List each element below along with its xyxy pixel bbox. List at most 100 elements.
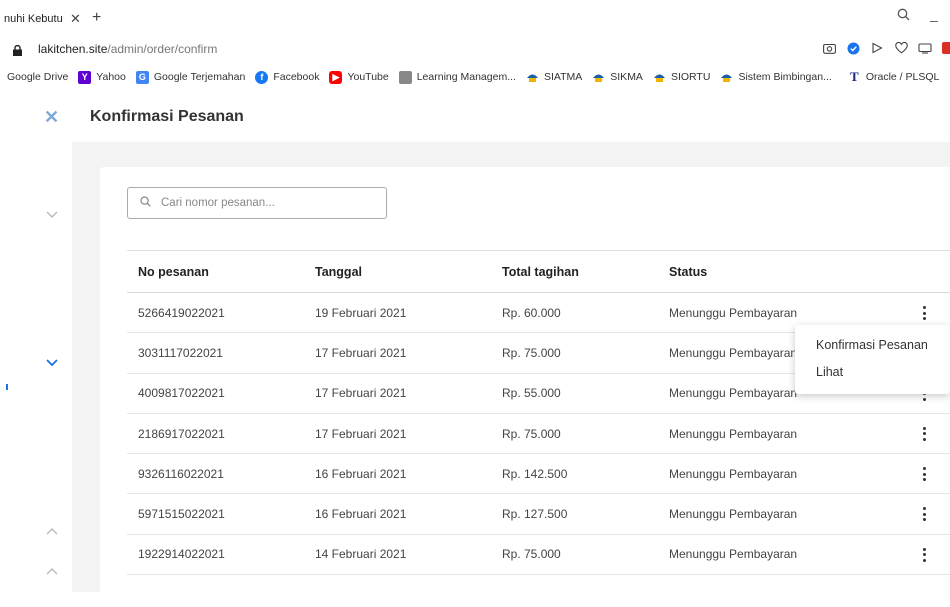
tab-search-icon[interactable]	[897, 8, 910, 26]
order-date: 17 Februari 2021	[315, 426, 407, 441]
siatma-icon	[526, 71, 539, 84]
tab-close-icon[interactable]: ✕	[70, 11, 81, 27]
heart-icon[interactable]	[894, 41, 908, 56]
yahoo-icon: Y	[78, 70, 92, 84]
extension-icon[interactable]	[942, 42, 950, 56]
browser-tab[interactable]: nuhi Kebutu ✕	[0, 6, 84, 32]
shield-icon[interactable]	[846, 42, 860, 56]
lock-icon	[13, 43, 22, 56]
bookmark-label: Facebook	[273, 71, 320, 83]
order-number: 2186917022021	[138, 426, 225, 441]
table-header: No pesanan Tanggal Total tagihan Status	[127, 250, 950, 293]
new-tab-button[interactable]: +	[92, 10, 101, 26]
order-status: Menunggu Pembayaran	[669, 426, 798, 441]
order-status: Menunggu Pembayaran	[669, 345, 798, 360]
order-status: Menunggu Pembayaran	[669, 386, 798, 401]
order-search-box[interactable]	[127, 187, 387, 219]
url-text[interactable]: lakitchen.site/admin/order/confirm	[38, 42, 217, 56]
order-status: Menunggu Pembayaran	[669, 507, 798, 522]
order-date: 16 Februari 2021	[315, 507, 407, 522]
siortu-icon	[653, 71, 666, 84]
bookmark-oracle[interactable]: T Oracle / PLSQL	[848, 69, 940, 84]
more-vert-icon[interactable]	[917, 507, 931, 522]
order-date: 14 Februari 2021	[315, 547, 407, 562]
table-row[interactable]: 2186917022021 17 Februari 2021 Rp. 75.00…	[127, 414, 950, 455]
bookmarks-bar: Google Drive Y Yahoo G Google Terjemahan…	[0, 62, 950, 92]
bookmark-label: YouTube	[347, 71, 389, 83]
more-vert-icon[interactable]	[917, 467, 931, 482]
order-number: 1922914022021	[138, 547, 225, 562]
bookmark-siatma[interactable]: SIATMA	[526, 71, 582, 84]
bookmark-google-translate[interactable]: G Google Terjemahan	[135, 70, 246, 84]
order-number: 3031117022021	[138, 345, 223, 360]
header-no-pesanan[interactable]: No pesanan	[138, 265, 209, 279]
minimize-icon[interactable]: _	[930, 6, 938, 22]
header-tanggal[interactable]: Tanggal	[315, 265, 362, 279]
order-date: 17 Februari 2021	[315, 386, 407, 401]
more-vert-icon[interactable]	[917, 306, 931, 320]
order-date: 17 Februari 2021	[315, 345, 407, 360]
order-total: Rp. 142.500	[502, 466, 568, 481]
address-bar[interactable]: lakitchen.site/admin/order/confirm	[0, 36, 950, 62]
bookmark-sikma[interactable]: SIKMA	[592, 71, 643, 84]
table-row[interactable]: 1922914022021 14 Februari 2021 Rp. 75.00…	[127, 535, 950, 576]
bookmark-label: SIKMA	[610, 71, 643, 83]
cast-icon[interactable]	[918, 42, 932, 56]
bookmark-label: Google Drive	[7, 71, 69, 83]
bookmark-google-drive[interactable]: Google Drive	[7, 71, 68, 83]
row-action-menu: Konfirmasi Pesanan Lihat	[795, 325, 950, 394]
bookmark-label: SIORTU	[670, 71, 711, 83]
chevron-down-icon[interactable]	[46, 354, 58, 370]
table-row[interactable]: 5971515022021 16 Februari 2021 Rp. 127.5…	[127, 494, 950, 535]
bimbingan-icon	[720, 71, 733, 84]
header-total-tagihan[interactable]: Total tagihan	[502, 265, 579, 279]
more-vert-icon[interactable]	[917, 547, 931, 562]
bookmark-siortu[interactable]: SIORTU	[653, 71, 710, 84]
menu-item-lihat[interactable]: Lihat	[795, 361, 950, 388]
play-icon[interactable]	[870, 42, 884, 56]
order-total: Rp. 55.000	[502, 386, 561, 401]
order-total: Rp. 127.500	[502, 507, 568, 522]
order-date: 19 Februari 2021	[315, 305, 407, 320]
sidebar	[0, 142, 72, 592]
bookmark-sistem-bimbingan[interactable]: Sistem Bimbingan...	[720, 71, 832, 84]
bookmark-yahoo[interactable]: Y Yahoo	[78, 70, 126, 84]
app-header: ✕ Konfirmasi Pesanan	[0, 92, 950, 142]
translate-icon: G	[135, 70, 149, 84]
bookmark-youtube[interactable]: ▶ YouTube	[329, 70, 389, 84]
oracle-icon: T	[849, 69, 859, 84]
order-total: Rp. 75.000	[502, 426, 561, 441]
bookmark-lms[interactable]: Learning Managem...	[398, 70, 516, 84]
order-total: Rp. 75.000	[502, 547, 561, 562]
bookmark-facebook[interactable]: f Facebook	[255, 70, 320, 84]
orders-table: No pesanan Tanggal Total tagihan Status …	[127, 250, 950, 576]
search-icon	[140, 194, 151, 212]
browser-tab-bar: nuhi Kebutu ✕ + _	[0, 0, 950, 36]
bookmark-label: Oracle / PLSQL	[865, 71, 940, 83]
camera-icon[interactable]	[822, 42, 836, 56]
order-total: Rp. 75.000	[502, 345, 561, 360]
active-indicator	[6, 384, 8, 390]
order-status: Menunggu Pembayaran	[669, 547, 798, 562]
bookmark-label: Google Terjemahan	[153, 71, 246, 83]
url-host: lakitchen.site	[38, 42, 108, 56]
chevron-up-icon[interactable]	[46, 562, 58, 578]
header-status[interactable]: Status	[669, 265, 707, 279]
table-row[interactable]: 9326116022021 16 Februari 2021 Rp. 142.5…	[127, 454, 950, 495]
bookmark-label: Learning Managem...	[416, 71, 516, 83]
menu-item-konfirmasi-pesanan[interactable]: Konfirmasi Pesanan	[795, 334, 950, 361]
url-path: /admin/order/confirm	[107, 42, 218, 56]
search-input[interactable]	[161, 197, 361, 209]
order-number: 5266419022021	[138, 305, 225, 320]
close-icon[interactable]: ✕	[44, 107, 59, 128]
order-number: 5971515022021	[138, 507, 225, 522]
order-status: Menunggu Pembayaran	[669, 466, 798, 481]
facebook-icon: f	[255, 70, 269, 84]
order-status: Menunggu Pembayaran	[669, 305, 798, 320]
browser-tab-title: nuhi Kebutu	[4, 13, 63, 25]
order-number: 9326116022021	[138, 466, 224, 481]
chevron-down-icon[interactable]	[46, 206, 58, 222]
lms-icon	[398, 70, 412, 84]
more-vert-icon[interactable]	[917, 426, 931, 441]
chevron-up-icon[interactable]	[46, 522, 58, 538]
